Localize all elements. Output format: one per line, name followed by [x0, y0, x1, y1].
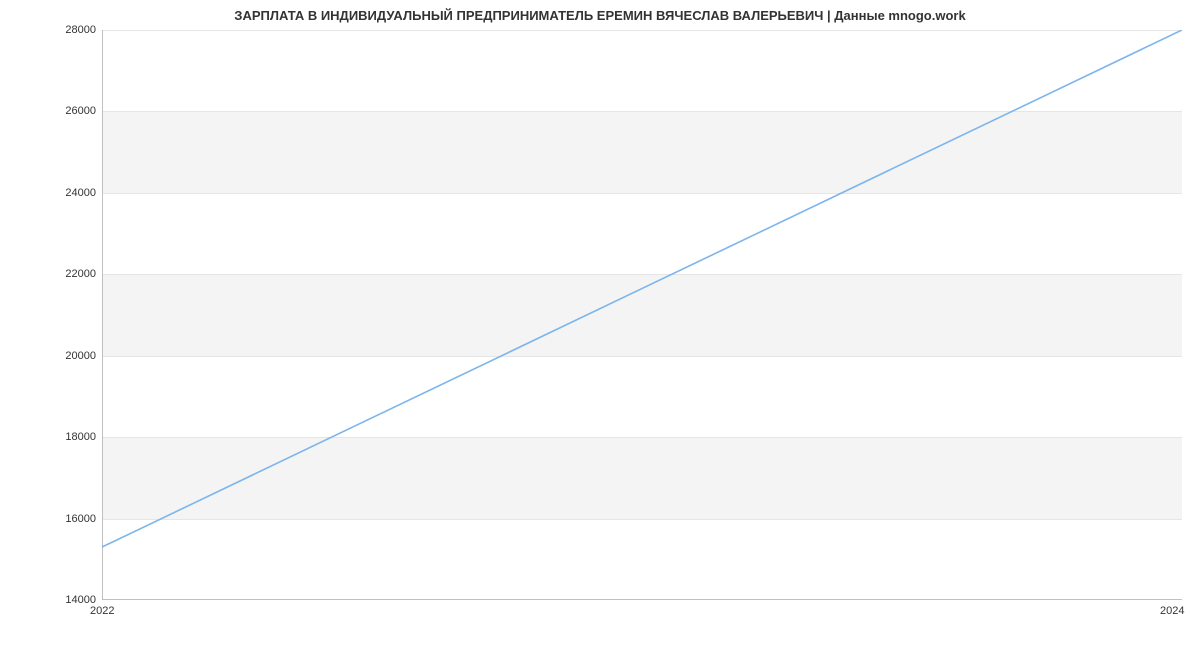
x-tick-2022: 2022: [90, 605, 114, 617]
y-tick-28000: 28000: [6, 24, 96, 36]
plot-area: [102, 30, 1182, 600]
y-tick-18000: 18000: [6, 431, 96, 443]
y-tick-24000: 24000: [6, 187, 96, 199]
x-tick-2024: 2024: [1160, 605, 1184, 617]
y-tick-14000: 14000: [6, 594, 96, 606]
y-tick-16000: 16000: [6, 513, 96, 525]
chart-title: ЗАРПЛАТА В ИНДИВИДУАЛЬНЫЙ ПРЕДПРИНИМАТЕЛ…: [0, 8, 1200, 23]
y-tick-22000: 22000: [6, 268, 96, 280]
y-tick-26000: 26000: [6, 105, 96, 117]
y-tick-20000: 20000: [6, 350, 96, 362]
